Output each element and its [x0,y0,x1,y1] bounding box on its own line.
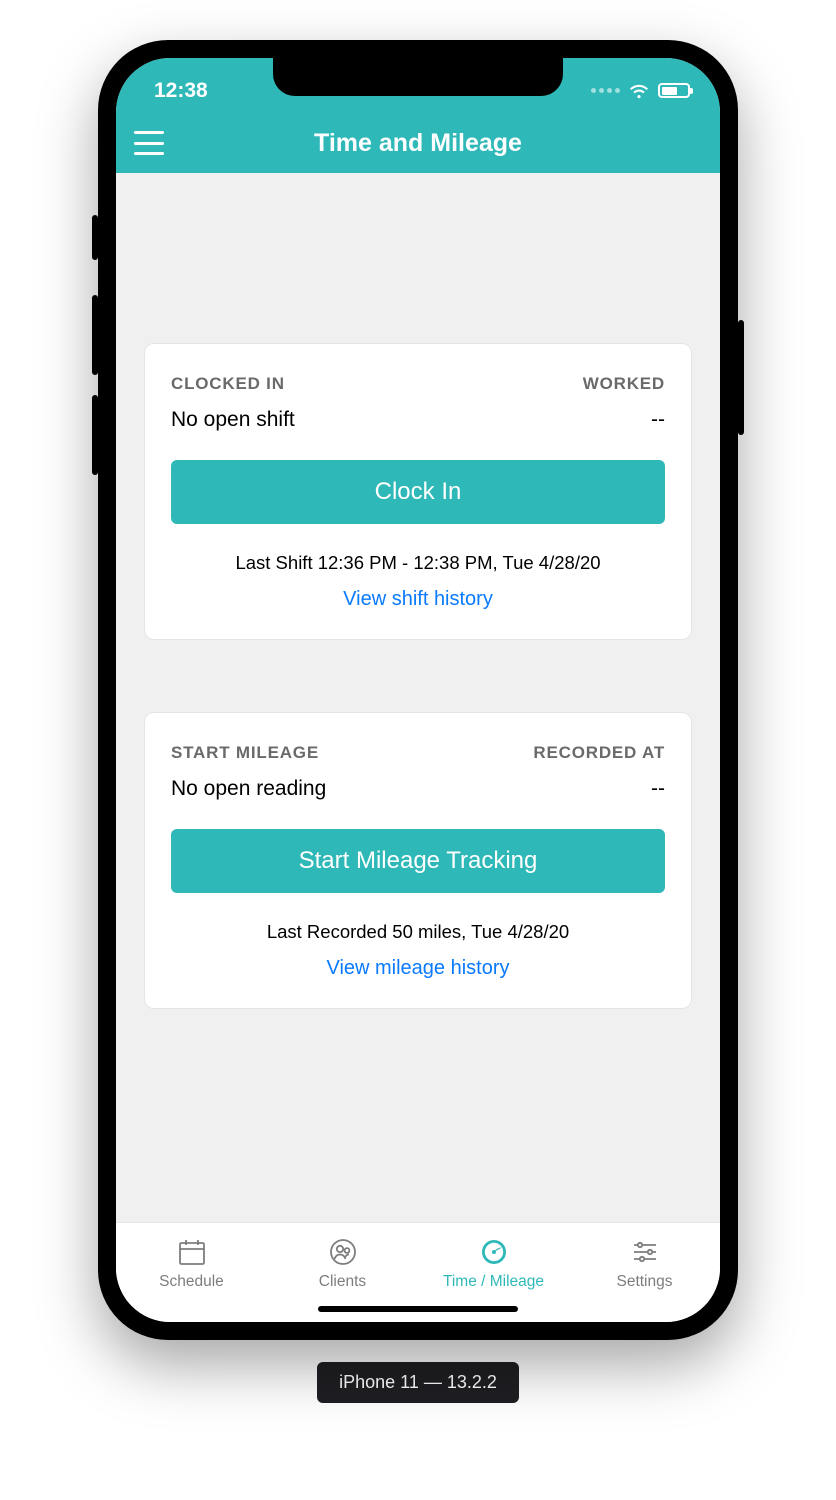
home-indicator[interactable] [318,1306,518,1312]
clocked-in-label: CLOCKED IN [171,374,285,394]
recorded-at-value: -- [651,777,665,801]
mileage-card: START MILEAGE RECORDED AT No open readin… [144,712,692,1009]
clocked-in-value: No open shift [171,408,295,432]
side-button [92,295,98,375]
status-time: 12:38 [154,79,208,103]
clock-in-button[interactable]: Clock In [171,460,665,524]
tab-label: Time / Mileage [443,1273,544,1291]
clock-icon [478,1236,510,1268]
calendar-icon [176,1236,208,1268]
nav-bar: Time and Mileage [116,113,720,173]
tab-schedule[interactable]: Schedule [116,1223,267,1304]
worked-value: -- [651,408,665,432]
battery-icon [658,83,690,98]
people-icon [327,1236,359,1268]
notch [273,58,563,96]
tab-time-mileage[interactable]: Time / Mileage [418,1223,569,1304]
start-mileage-button[interactable]: Start Mileage Tracking [171,829,665,893]
shift-card: CLOCKED IN WORKED No open shift -- Clock… [144,343,692,640]
view-shift-history-link[interactable]: View shift history [171,588,665,611]
tab-label: Settings [616,1273,672,1291]
last-shift-text: Last Shift 12:36 PM - 12:38 PM, Tue 4/28… [171,552,665,574]
status-icons [591,82,690,100]
tab-label: Clients [319,1273,366,1291]
recorded-at-label: RECORDED AT [533,743,665,763]
screen: 12:38 Time and Mileage CLOCKED IN WORKED [116,58,720,1322]
device-label: iPhone 11 — 13.2.2 [317,1362,519,1403]
sliders-icon [629,1236,661,1268]
phone-frame: 12:38 Time and Mileage CLOCKED IN WORKED [98,40,738,1340]
last-mileage-text: Last Recorded 50 miles, Tue 4/28/20 [171,921,665,943]
worked-label: WORKED [583,374,665,394]
wifi-icon [628,82,650,100]
cellular-icon [591,88,620,93]
side-button [92,215,98,260]
side-button [92,395,98,475]
view-mileage-history-link[interactable]: View mileage history [171,957,665,980]
tab-clients[interactable]: Clients [267,1223,418,1304]
start-mileage-label: START MILEAGE [171,743,319,763]
tab-label: Schedule [159,1273,224,1291]
tab-settings[interactable]: Settings [569,1223,720,1304]
content-area[interactable]: CLOCKED IN WORKED No open shift -- Clock… [116,173,720,1222]
page-title: Time and Mileage [116,129,720,158]
menu-button[interactable] [134,131,164,155]
side-button [738,320,744,435]
start-mileage-value: No open reading [171,777,326,801]
